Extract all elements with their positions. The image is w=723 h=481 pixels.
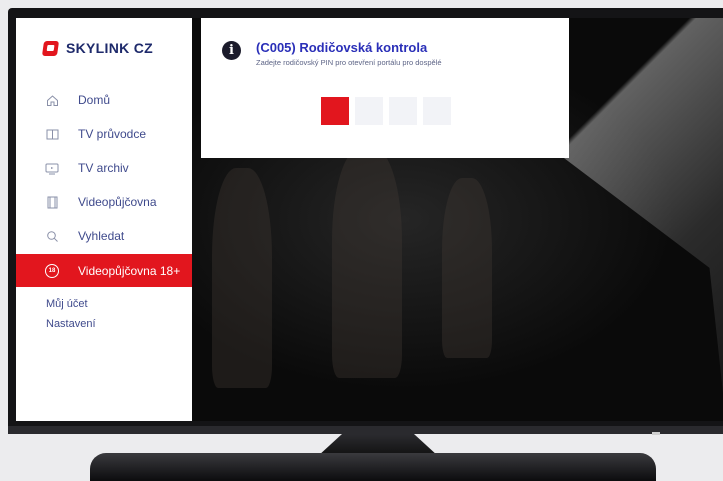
sidebar-item-home[interactable]: Domů	[16, 83, 192, 117]
scene-figure	[212, 168, 272, 388]
adult-18-icon: 18	[45, 263, 59, 278]
pin-digit-field[interactable]	[389, 97, 417, 125]
pin-digit-field[interactable]	[355, 97, 383, 125]
book-icon	[45, 127, 59, 141]
sidebar-item-tv-guide[interactable]: TV průvodce	[16, 117, 192, 151]
dialog-subtitle: Zadejte rodičovský PIN pro otevření port…	[256, 58, 442, 67]
parental-control-dialog: i (C005) Rodičovská kontrola Zadejte rod…	[201, 18, 569, 158]
sidebar-item-search[interactable]: Vyhledat	[16, 219, 192, 253]
pin-digit-field[interactable]	[423, 97, 451, 125]
home-icon	[45, 93, 59, 107]
brand-name: SKYLINK CZ	[66, 40, 153, 56]
film-icon	[45, 195, 59, 209]
info-icon: i	[222, 41, 241, 60]
sidebar-item-label: TV archiv	[78, 161, 129, 175]
sidebar-item-adult-rental[interactable]: 18 Videopůjčovna 18+	[16, 254, 192, 287]
pin-input[interactable]	[321, 97, 451, 125]
sidebar-item-label: TV průvodce	[78, 127, 147, 141]
tv-stand-base	[90, 453, 656, 481]
tv-screen: SKYLINK CZ Domů TV průvodce TV archiv Vi…	[16, 18, 723, 421]
search-icon	[45, 229, 59, 243]
sidebar-item-tv-archive[interactable]: TV archiv	[16, 151, 192, 185]
tv-power-led	[652, 432, 660, 435]
sidebar-item-label: Videopůjčovna 18+	[78, 263, 181, 278]
sidebar-menu: Domů TV průvodce TV archiv Videopůjčovna	[16, 83, 192, 287]
sidebar-item-label: Domů	[78, 93, 111, 107]
sidebar-item-label: Vyhledat	[78, 229, 125, 243]
my-account-link[interactable]: Můj účet	[46, 294, 96, 314]
sidebar-item-label: Videopůjčovna	[78, 195, 157, 209]
settings-link[interactable]: Nastavení	[46, 314, 96, 334]
tv-icon	[45, 161, 59, 175]
sidebar-item-video-rental[interactable]: Videopůjčovna	[16, 185, 192, 219]
tv-bottom-edge	[8, 426, 723, 434]
sidebar: SKYLINK CZ Domů TV průvodce TV archiv Vi…	[16, 18, 192, 421]
pin-digit-field[interactable]	[321, 97, 349, 125]
dialog-title: (C005) Rodičovská kontrola	[256, 40, 428, 55]
scene-figure	[332, 148, 402, 378]
skylink-logo-icon	[41, 40, 60, 56]
account-links: Můj účet Nastavení	[46, 294, 96, 334]
brand-logo: SKYLINK CZ	[41, 40, 153, 56]
scene-figure	[442, 178, 492, 358]
